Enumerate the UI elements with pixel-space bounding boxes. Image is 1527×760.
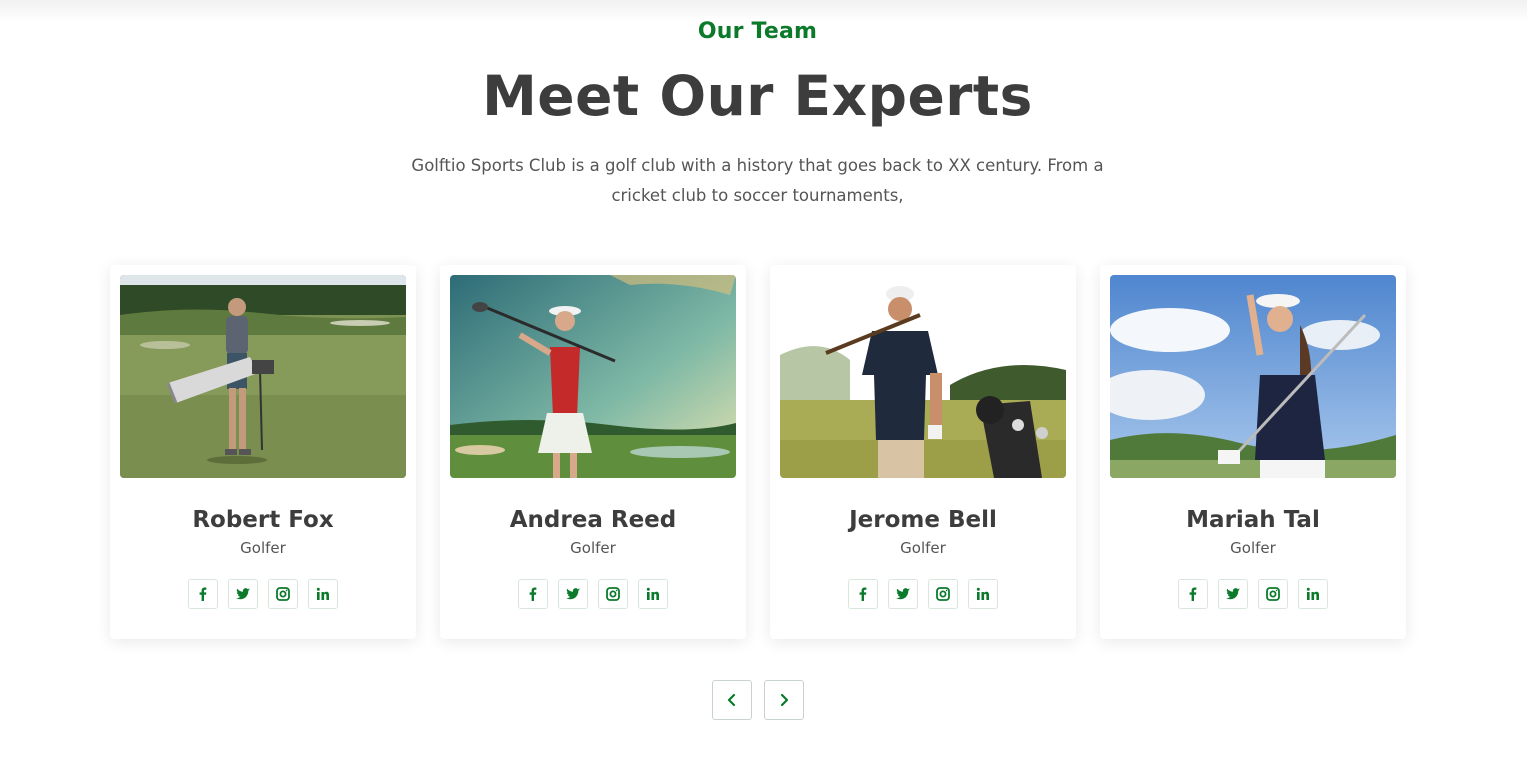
team-member-name: Jerome Bell [849,507,997,533]
facebook-link[interactable] [1178,579,1208,609]
twitter-link[interactable] [228,579,258,609]
team-member-role: Golfer [240,539,286,557]
twitter-icon [896,588,910,600]
team-member-role: Golfer [1230,539,1276,557]
facebook-link[interactable] [848,579,878,609]
twitter-icon [566,588,580,600]
team-member-role: Golfer [570,539,616,557]
team-member-name: Andrea Reed [509,507,677,533]
linkedin-link[interactable] [308,579,338,609]
team-carousel: Robert Fox Golfer Andrea Reed Golfer Jer… [110,265,1406,639]
social-links [188,579,338,609]
linkedin-link[interactable] [638,579,668,609]
carousel-prev-button[interactable] [712,680,752,720]
team-member-name: Mariah Tal [1186,507,1320,533]
section-eyebrow: Our Team [697,19,818,44]
twitter-icon [1226,588,1240,600]
twitter-link[interactable] [1218,579,1248,609]
instagram-link[interactable] [1258,579,1288,609]
linkedin-icon [646,587,659,600]
twitter-link[interactable] [558,579,588,609]
linkedin-icon [1306,587,1319,600]
linkedin-link[interactable] [1298,579,1328,609]
facebook-icon [1189,587,1197,601]
section-heading: Meet Our Experts [482,64,1033,128]
facebook-icon [529,587,537,601]
instagram-icon [606,587,620,601]
instagram-link[interactable] [928,579,958,609]
team-card: Jerome Bell Golfer [770,265,1076,639]
team-member-role: Golfer [900,539,946,557]
social-links [1178,579,1328,609]
facebook-link[interactable] [188,579,218,609]
instagram-icon [1266,587,1280,601]
team-section: Our Team Meet Our Experts Golftio Sports… [0,0,1527,760]
facebook-icon [199,587,207,601]
team-member-photo [450,275,736,478]
team-member-photo [120,275,406,478]
linkedin-icon [976,587,989,600]
twitter-link[interactable] [888,579,918,609]
instagram-link[interactable] [598,579,628,609]
facebook-icon [859,587,867,601]
team-card: Andrea Reed Golfer [440,265,746,639]
team-member-photo [780,275,1066,478]
social-links [518,579,668,609]
instagram-link[interactable] [268,579,298,609]
instagram-icon [936,587,950,601]
team-member-photo [1110,275,1396,478]
team-member-name: Robert Fox [192,507,334,533]
section-intro: Golftio Sports Club is a golf club with … [411,156,1104,205]
facebook-link[interactable] [518,579,548,609]
team-card: Robert Fox Golfer [110,265,416,639]
twitter-icon [236,588,250,600]
team-card: Mariah Tal Golfer [1100,265,1406,639]
social-links [848,579,998,609]
chevron-right-icon [780,693,789,707]
linkedin-icon [316,587,329,600]
chevron-left-icon [727,693,736,707]
linkedin-link[interactable] [968,579,998,609]
carousel-next-button[interactable] [764,680,804,720]
instagram-icon [276,587,290,601]
